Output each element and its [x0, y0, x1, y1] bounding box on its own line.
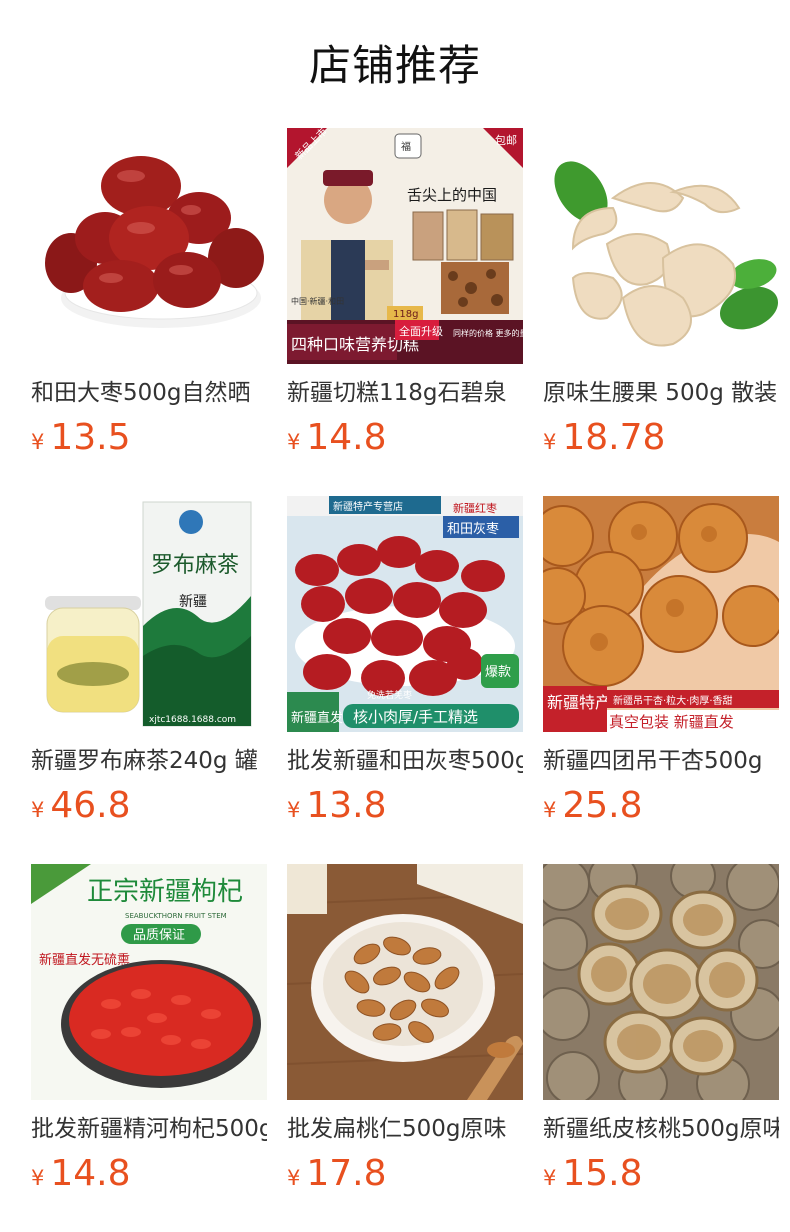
product-grid: 和田大枣500g自然晒 ¥13.5 新品上市 包邮 福 舌尖上的中国 中国·新疆… — [31, 128, 790, 1232]
currency-symbol: ¥ — [31, 798, 45, 822]
price-amount: 14.8 — [306, 417, 387, 458]
product-card[interactable]: 正宗新疆枸杞 SEABUCKTHORN FRUIT STEM 品质保证 新疆直发… — [31, 864, 267, 1204]
corner-text: 包邮 — [495, 134, 517, 147]
price-amount: 17.8 — [306, 1153, 387, 1194]
product-title[interactable]: 新疆罗布麻茶240g 罐 — [31, 744, 267, 778]
apricot-bottom-text: 真空包装 新疆直发 — [609, 713, 734, 731]
caption-text: 中国·新疆·和田 — [291, 296, 344, 306]
product-title[interactable]: 新疆切糕118g石碧泉 — [287, 376, 523, 410]
product-title[interactable]: 批发扁桃仁500g原味 — [287, 1112, 523, 1146]
product-price: ¥13.8 — [287, 784, 387, 828]
product-title[interactable]: 批发新疆精河枸杞500g — [31, 1112, 267, 1146]
price-amount: 13.8 — [306, 785, 387, 826]
currency-symbol: ¥ — [543, 798, 557, 822]
product-price: ¥18.78 — [543, 416, 665, 460]
price-amount: 25.8 — [562, 785, 643, 826]
product-image[interactable] — [543, 864, 779, 1100]
product-card[interactable]: 新疆特产 新疆吊干杏·粒大·肉厚·香甜 真空包装 新疆直发 新疆四团吊干杏500… — [543, 496, 779, 836]
watermark-text: xjtc1688.1688.com — [149, 715, 236, 725]
goji-badge-text: 品质保证 — [133, 928, 185, 943]
tea-sub-text: 新疆 — [179, 594, 207, 610]
product-image[interactable]: 正宗新疆枸杞 SEABUCKTHORN FRUIT STEM 品质保证 新疆直发… — [31, 864, 267, 1100]
currency-symbol: ¥ — [287, 798, 301, 822]
product-image[interactable] — [543, 128, 779, 364]
apricot-origin-text: 新疆特产 — [547, 693, 611, 712]
product-card[interactable]: 新疆纸皮核桃500g原味 ¥15.8 — [543, 864, 779, 1204]
product-image[interactable]: 新品上市 包邮 福 舌尖上的中国 中国·新疆·和田 四种口味营养切糕 全面升级 … — [287, 128, 523, 364]
product-image[interactable]: 罗布麻茶 新疆 xjtc1688.1688.com — [31, 496, 267, 732]
price-amount: 15.8 — [562, 1153, 643, 1194]
price-amount: 14.8 — [50, 1153, 131, 1194]
product-title[interactable]: 原味生腰果 500g 散装 — [543, 376, 779, 410]
upgrade-text: 全面升级 — [399, 324, 443, 338]
currency-symbol: ¥ — [287, 430, 301, 454]
product-title[interactable]: 新疆四团吊干杏500g — [543, 744, 779, 778]
product-card[interactable]: 原味生腰果 500g 散装 ¥18.78 — [543, 128, 779, 468]
product-card[interactable]: 新品上市 包邮 福 舌尖上的中国 中国·新疆·和田 四种口味营养切糕 全面升级 … — [287, 128, 523, 468]
product-card[interactable]: 和田大枣500g自然晒 ¥13.5 — [31, 128, 267, 468]
price-amount: 46.8 — [50, 785, 131, 826]
slogan-text: 舌尖上的中国 — [407, 186, 497, 204]
product-price: ¥25.8 — [543, 784, 643, 828]
price-amount: 18.78 — [562, 417, 666, 458]
apricot-banner-text: 新疆吊干杏·粒大·肉厚·香甜 — [613, 694, 733, 707]
goji-eng-text: SEABUCKTHORN FRUIT STEM — [125, 912, 227, 920]
product-image[interactable]: 新疆特产专营店 新疆红枣 和田灰枣 爆款 新疆直发 核小肉厚/手工精选 免洗若羌… — [287, 496, 523, 732]
product-card[interactable]: 罗布麻茶 新疆 xjtc1688.1688.com 新疆罗布麻茶240g 罐 ¥… — [31, 496, 267, 836]
hot-badge-text: 爆款 — [485, 665, 511, 680]
side-note-text: 同样的价格 更多的量 — [453, 328, 523, 338]
currency-symbol: ¥ — [31, 430, 45, 454]
product-image[interactable] — [287, 864, 523, 1100]
currency-symbol: ¥ — [543, 430, 557, 454]
page-title: 店铺推荐 — [308, 41, 481, 90]
product-card[interactable]: 新疆特产专营店 新疆红枣 和田灰枣 爆款 新疆直发 核小肉厚/手工精选 免洗若羌… — [287, 496, 523, 836]
price-amount: 13.5 — [50, 417, 131, 458]
date-name-text: 和田灰枣 — [447, 522, 499, 537]
product-image[interactable] — [31, 128, 267, 364]
product-title[interactable]: 新疆纸皮核桃500g原味 — [543, 1112, 779, 1146]
tea-brand-text: 罗布麻茶 — [151, 553, 239, 578]
product-title[interactable]: 和田大枣500g自然晒 — [31, 376, 267, 410]
product-price: ¥46.8 — [31, 784, 131, 828]
goji-side-text: 新疆直发无硫熏 — [39, 952, 130, 968]
svg-text:福: 福 — [401, 140, 411, 153]
currency-symbol: ¥ — [31, 1166, 45, 1190]
goji-head-text: 正宗新疆枸杞 — [87, 877, 243, 907]
weight-tag-text: 118g — [393, 309, 418, 320]
currency-symbol: ¥ — [543, 1166, 557, 1190]
product-price: ¥13.5 — [31, 416, 131, 460]
currency-symbol: ¥ — [287, 1166, 301, 1190]
product-image[interactable]: 新疆特产 新疆吊干杏·粒大·肉厚·香甜 真空包装 新疆直发 — [543, 496, 779, 732]
date-bottom-text: 核小肉厚/手工精选 — [353, 708, 478, 726]
origin-text: 新疆直发 — [291, 710, 343, 726]
wash-text: 免洗若羌枣 — [367, 689, 412, 701]
red-date-text: 新疆红枣 — [453, 501, 497, 515]
product-price: ¥14.8 — [287, 416, 387, 460]
product-title[interactable]: 批发新疆和田灰枣500g — [287, 744, 523, 778]
product-price: ¥15.8 — [543, 1152, 643, 1196]
product-card[interactable]: 批发扁桃仁500g原味 ¥17.8 — [287, 864, 523, 1204]
shop-text: 新疆特产专营店 — [333, 500, 403, 513]
product-price: ¥14.8 — [31, 1152, 131, 1196]
product-price: ¥17.8 — [287, 1152, 387, 1196]
